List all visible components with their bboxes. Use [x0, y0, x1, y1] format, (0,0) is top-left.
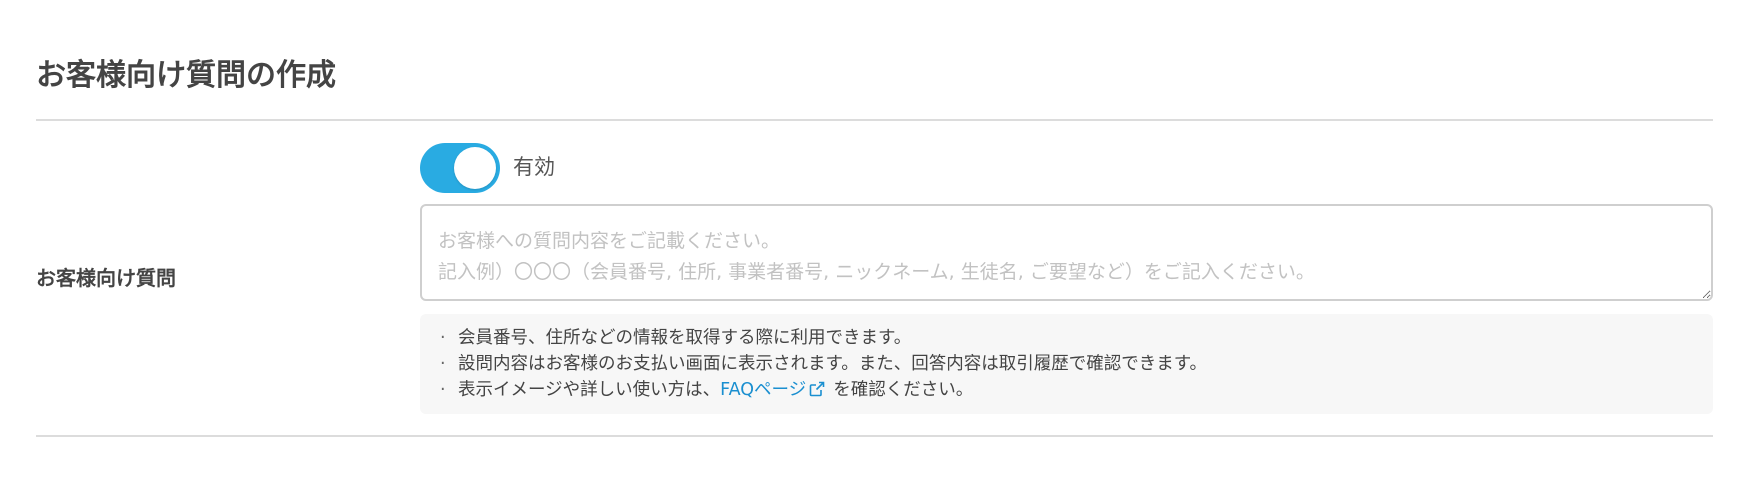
help-item-usage: 会員番号、住所などの情報を取得する際に利用できます。 [440, 325, 1693, 351]
help-notes: 会員番号、住所などの情報を取得する際に利用できます。 設問内容はお客様のお支払い… [420, 314, 1713, 414]
question-field-label: お客様向け質問 [36, 266, 176, 290]
help-item-display: 設問内容はお客様のお支払い画面に表示されます。また、回答内容は取引履歴で確認でき… [440, 351, 1693, 377]
toggle-knob [454, 147, 496, 189]
section-divider [36, 435, 1713, 437]
help-list: 会員番号、住所などの情報を取得する際に利用できます。 設問内容はお客様のお支払い… [440, 325, 1693, 405]
enable-toggle-label: 有効 [513, 155, 555, 179]
external-link-icon [809, 379, 825, 405]
faq-suffix-text: を確認ください。 [833, 380, 974, 400]
faq-link-label: FAQページ [720, 380, 807, 400]
question-textarea[interactable] [420, 204, 1713, 301]
title-divider [36, 119, 1713, 121]
faq-link[interactable]: FAQページ [720, 380, 833, 400]
enable-toggle[interactable] [420, 143, 500, 193]
help-item-faq: 表示イメージや詳しい使い方は、FAQページ を確認ください。 [440, 377, 1693, 405]
faq-prefix-text: 表示イメージや詳しい使い方は、 [458, 380, 721, 400]
page-title: お客様向け質問の作成 [36, 58, 336, 93]
